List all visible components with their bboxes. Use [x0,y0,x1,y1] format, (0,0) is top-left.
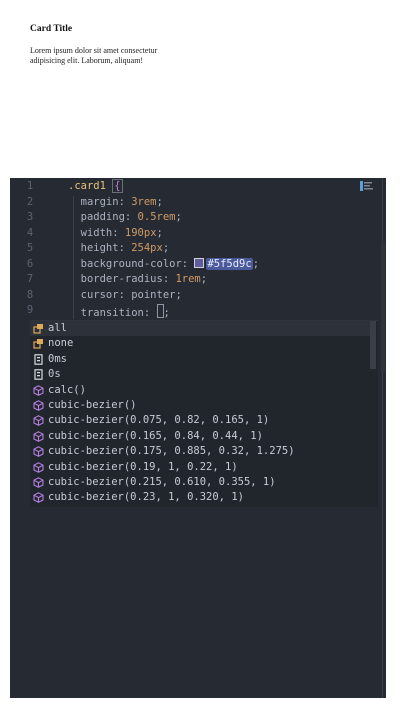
code-text[interactable]: padding: 0.5rem; [68,211,182,223]
code-text[interactable]: border-radius: 1rem; [68,273,207,285]
suggestion-item[interactable]: cubic-bezier(0.23, 1, 0.320, 1) [30,490,370,505]
suggestion-label: cubic-bezier(0.23, 1, 0.320, 1) [48,491,244,504]
suggestion-item[interactable]: calc() [30,383,370,398]
function-icon [33,430,44,442]
code-text[interactable]: transition: ; [68,304,170,319]
code-token: margin: [68,195,132,208]
suggestion-label: cubic-bezier(0.075, 0.82, 0.165, 1) [48,414,270,427]
keyword-icon [33,338,44,349]
suggestion-item[interactable]: cubic-bezier() [30,398,370,413]
editor-scrollbar[interactable] [381,242,385,372]
indent-guide [73,196,74,319]
code-text[interactable]: .card1 { [68,179,123,193]
code-token: width: [68,226,125,239]
code-line[interactable]: 4 width: 190px; [10,227,370,243]
code-text[interactable]: margin: 3rem; [68,196,163,208]
code-token: ; [156,226,163,239]
suggestion-item[interactable]: 0ms [30,352,370,367]
code-token: ; [252,257,260,270]
suggestion-item[interactable]: cubic-bezier(0.175, 0.885, 0.32, 1.275) [30,444,370,459]
code-token: cursor: pointer; [68,288,182,301]
code-text[interactable]: cursor: pointer; [68,289,182,301]
text-cursor [156,304,164,318]
suggestion-item[interactable]: none [30,336,370,351]
keyword-icon [33,323,44,334]
line-number: 2 [26,195,34,208]
code-token: .card1 [68,180,113,192]
function-icon [33,446,44,458]
line-number: 8 [26,288,34,301]
page-bottom [0,698,405,720]
suggestion-item[interactable]: cubic-bezier(0.19, 1, 0.22, 1) [30,460,370,475]
suggestion-label: calc() [48,383,86,396]
code-token: ; [162,242,170,254]
code-line[interactable]: 5 height: 254px; [10,242,370,258]
code-token: padding: [68,211,138,223]
line-number: 5 [26,242,34,254]
code-text[interactable]: background-color: #5f5d9c; [68,257,260,270]
code-token: ; [200,273,208,285]
function-icon [33,384,44,396]
suggestion-label: all [48,322,67,334]
suggestion-label: cubic-bezier(0.175, 0.885, 0.32, 1.275) [48,445,295,458]
suggestion-item[interactable]: cubic-bezier(0.215, 0.610, 0.355, 1) [30,475,370,490]
code-token: { [112,179,123,193]
function-icon [33,461,44,473]
suggestion-item[interactable]: 0s [30,367,370,382]
code-token: 0.5rem [137,211,176,223]
function-icon [33,400,44,411]
code-editor[interactable]: 1 .card1 {2 margin: 3rem; 3 padding: 0.5re… [10,178,386,698]
line-number: 4 [26,226,34,239]
code-token: border-radius: [68,273,176,285]
code-line[interactable]: 1 .card1 { [10,179,370,196]
line-number: 1 [26,180,34,192]
line-number: 9 [26,304,34,316]
code-token: ; [156,195,163,208]
unit-icon [33,369,44,380]
card-title: Card Title [30,24,73,34]
line-number: 7 [26,273,34,285]
function-icon [33,492,44,504]
function-icon [33,415,44,427]
suggestion-label: cubic-bezier(0.19, 1, 0.22, 1) [48,460,238,473]
code-token: background-color: [68,257,195,270]
code-line[interactable]: 6 background-color: #5f5d9c; [10,257,370,274]
code-token: height: [68,242,132,254]
line-number: 6 [26,257,34,270]
code-text[interactable]: width: 190px; [68,227,163,239]
browser-preview: Card Title Lorem ipsum dolor sit amet co… [0,0,405,178]
code-line[interactable]: 8 cursor: pointer; [10,289,370,305]
autocomplete-list[interactable]: all none 0ms 0s calc() cubic-bezier() cubic-be… [30,320,378,507]
code-line[interactable]: 2 margin: 3rem; [10,196,370,212]
suggestion-label: 0s [48,368,61,381]
code-text[interactable]: height: 254px; [68,242,170,254]
suggestion-item[interactable]: all [30,321,370,337]
code-token: 190px [124,226,157,239]
line-number: 3 [26,211,34,223]
function-icon [33,477,44,488]
code-token: 254px [131,242,163,254]
code-line[interactable]: 3 padding: 0.5rem; [10,211,370,227]
color-swatch-icon[interactable] [194,257,205,268]
code-token: 1rem [175,273,201,285]
suggestion-label: 0ms [48,352,67,365]
code-token: ; [163,307,170,319]
suggestion-label: cubic-bezier(0.165, 0.84, 0.44, 1) [48,429,263,442]
card: Card Title Lorem ipsum dolor sit amet co… [30,24,160,66]
code-line[interactable]: 7 border-radius: 1rem; [10,273,370,289]
code-token: transition: [68,307,157,319]
suggestion-label: cubic-bezier() [48,399,137,411]
suggestion-item[interactable]: cubic-bezier(0.165, 0.84, 0.44, 1) [30,429,370,444]
card-body: Lorem ipsum dolor sit amet consectetur a… [30,46,158,65]
unit-icon [33,353,44,365]
suggestion-label: cubic-bezier(0.215, 0.610, 0.355, 1) [48,476,276,488]
code-token: 3rem [131,195,157,208]
code-token: #5f5d9c [206,257,253,270]
suggestion-item[interactable]: cubic-bezier(0.075, 0.82, 0.165, 1) [30,413,370,428]
code-token: ; [175,211,182,223]
autocomplete-scrollbar[interactable] [370,321,376,369]
code-line[interactable]: 9 transition: ; [10,304,370,320]
suggestion-label: none [48,337,74,350]
